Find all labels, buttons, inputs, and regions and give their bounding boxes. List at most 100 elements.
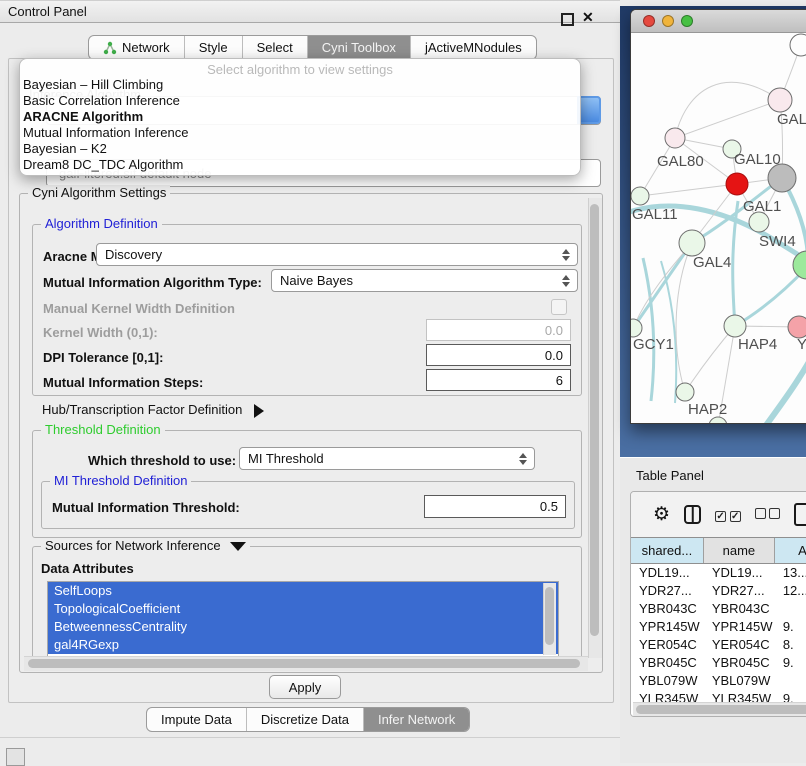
expander-down-arrow-icon — [230, 542, 246, 551]
mi-steps-field[interactable]: 6 — [426, 369, 571, 391]
node-table: ⚙ ✓ ✓ shared...nameA YDL19...YDL19...13.… — [630, 491, 806, 717]
add-column-icon[interactable] — [794, 503, 806, 526]
column-header-a[interactable]: A — [775, 538, 806, 563]
attribute-list-item[interactable]: gal4RGexp — [48, 636, 558, 654]
network-node[interactable] — [790, 34, 806, 56]
network-node-gal1[interactable] — [726, 173, 748, 195]
network-node-hap2[interactable] — [676, 383, 694, 401]
table-row[interactable]: YPR145WYPR145W9. — [631, 618, 806, 636]
network-node-gal4[interactable] — [679, 230, 705, 256]
attributes-scrollbar[interactable] — [543, 583, 556, 655]
aracne-mode-combobox[interactable]: Discovery — [96, 243, 578, 266]
table-row[interactable]: YDR27...YDR27...12... — [631, 582, 806, 600]
table-cell: YDL19... — [704, 564, 775, 582]
attribute-list-item[interactable]: BetweennessCentrality — [48, 618, 558, 636]
cyni-toolbox-panel: Inference Algorithm galFiltered.sif defa… — [8, 58, 614, 703]
combobox-spinner-icon — [562, 249, 570, 261]
network-node-gcy1[interactable] — [631, 319, 642, 337]
tab-jactivemnodules[interactable]: jActiveMNodules — [411, 36, 536, 59]
tab-select[interactable]: Select — [243, 36, 308, 59]
network-node-swi4[interactable] — [749, 212, 769, 232]
network-edge[interactable] — [675, 100, 780, 138]
algorithm-option[interactable]: Bayesian – K2 — [20, 141, 580, 157]
attribute-list-item[interactable]: TopologicalCoefficient — [48, 600, 558, 618]
close-icon[interactable]: ✕ — [582, 9, 594, 26]
which-threshold-label: Which threshold to use: — [88, 453, 236, 468]
node-label: GAL4 — [693, 254, 731, 271]
deselect-all-icon[interactable] — [755, 507, 781, 522]
tab-style[interactable]: Style — [185, 36, 243, 59]
node-label: HAP4 — [738, 336, 777, 353]
minimize-traffic-light-icon[interactable] — [662, 15, 674, 27]
apply-button[interactable]: Apply — [269, 675, 341, 699]
network-node-gal11[interactable] — [631, 187, 649, 205]
table-row[interactable]: YER054CYER054C8. — [631, 636, 806, 654]
column-header-shared-[interactable]: shared... — [631, 538, 704, 563]
column-selector-icon[interactable] — [684, 505, 701, 524]
table-horizontal-scrollbar[interactable] — [633, 702, 806, 716]
node-label: HAP2 — [688, 401, 727, 418]
which-threshold-combobox[interactable]: MI Threshold — [239, 447, 535, 470]
gear-icon[interactable]: ⚙ — [653, 505, 670, 524]
tab-impute-data[interactable]: Impute Data — [147, 708, 247, 731]
algorithm-option[interactable]: Mutual Information Inference — [20, 125, 580, 141]
network-node[interactable] — [768, 164, 796, 192]
network-edge[interactable] — [643, 258, 654, 401]
combobox-spinner-icon — [562, 275, 570, 287]
control-panel-title: Control Panel — [8, 4, 87, 19]
table-cell: 12... — [775, 582, 806, 600]
tab-cyni-toolbox[interactable]: Cyni Toolbox — [308, 36, 411, 59]
network-edge[interactable] — [640, 184, 737, 196]
mi-threshold-field[interactable]: 0.5 — [424, 495, 566, 518]
mi-steps-label: Mutual Information Steps: — [43, 375, 203, 390]
restore-icon[interactable] — [561, 13, 574, 26]
zoom-traffic-light-icon[interactable] — [681, 15, 693, 27]
table-row[interactable]: YBR043CYBR043C — [631, 600, 806, 618]
algorithm-option[interactable]: Basic Correlation Inference — [20, 93, 580, 109]
network-edge[interactable] — [675, 82, 780, 138]
algorithm-option[interactable]: Bayesian – Hill Climbing — [20, 77, 580, 93]
table-row[interactable]: YBR045CYBR045C9. — [631, 654, 806, 672]
close-traffic-light-icon[interactable] — [643, 15, 655, 27]
network-edge[interactable] — [633, 243, 692, 328]
select-all-icon[interactable]: ✓ ✓ — [715, 507, 741, 522]
sources-title[interactable]: Sources for Network Inference — [41, 538, 250, 553]
table-cell: YBR043C — [631, 600, 704, 618]
settings-vertical-scrollbar[interactable] — [588, 198, 602, 658]
network-window[interactable]: GALGAL80GAL10GAL1SWI4GAL11GAL4GCY1HAP4YH… — [630, 9, 806, 424]
network-edge[interactable] — [685, 326, 735, 392]
table-cell: YER054C — [631, 636, 704, 654]
minimized-window-icon[interactable] — [6, 748, 25, 766]
table-cell — [775, 600, 806, 618]
table-row[interactable]: YBL079WYBL079W — [631, 672, 806, 690]
table-cell: YBL079W — [704, 672, 775, 690]
table-cell: 13... — [775, 564, 806, 582]
mi-algorithm-type-combobox[interactable]: Naive Bayes — [271, 269, 578, 292]
network-edge[interactable] — [676, 243, 692, 392]
tab-discretize-data[interactable]: Discretize Data — [247, 708, 364, 731]
dpi-tolerance-field[interactable]: 0.0 — [426, 344, 571, 366]
algorithm-option[interactable]: Dream8 DC_TDC Algorithm — [20, 157, 580, 173]
network-node-y[interactable] — [788, 316, 806, 338]
hub-definition-expander[interactable]: Hub/Transcription Factor Definition — [42, 402, 264, 418]
kernel-width-field[interactable]: 0.0 — [426, 319, 571, 341]
tab-network[interactable]: Network — [89, 36, 185, 59]
network-node-gal[interactable] — [768, 88, 792, 112]
network-node-hap4[interactable] — [724, 315, 746, 337]
data-attributes-list[interactable]: SelfLoopsTopologicalCoefficientBetweenne… — [47, 581, 559, 659]
network-canvas[interactable]: GALGAL80GAL10GAL1SWI4GAL11GAL4GCY1HAP4YH… — [631, 33, 806, 423]
manual-kernel-checkbox[interactable] — [551, 299, 567, 315]
table-row[interactable]: YDL19...YDL19...13... — [631, 564, 806, 582]
network-icon — [103, 41, 122, 55]
settings-horizontal-scrollbar[interactable] — [24, 656, 588, 671]
data-attributes-label: Data Attributes — [41, 561, 134, 576]
table-cell: YBR045C — [704, 654, 775, 672]
network-node-gal80[interactable] — [665, 128, 685, 148]
tab-infer-network[interactable]: Infer Network — [364, 708, 469, 731]
network-window-titlebar[interactable] — [631, 10, 806, 33]
column-header-name[interactable]: name — [704, 538, 775, 563]
node-label: GAL11 — [632, 206, 678, 223]
algorithm-option[interactable]: ARACNE Algorithm — [20, 109, 580, 125]
attribute-list-item[interactable]: SelfLoops — [48, 582, 558, 600]
mi-threshold-title: MI Threshold Definition — [50, 473, 191, 488]
